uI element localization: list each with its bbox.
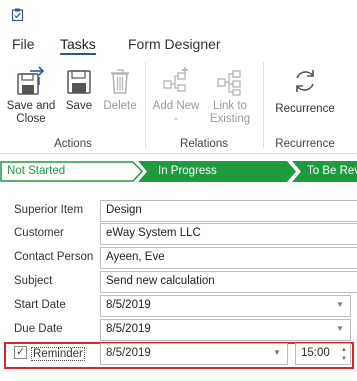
clipboard-icon: [11, 8, 24, 21]
contact-person-field[interactable]: Ayeen, Eve: [100, 247, 357, 269]
dropdown-arrow-icon[interactable]: ▼: [273, 348, 281, 357]
start-date-label: Start Date: [14, 299, 66, 311]
subject-row: Subject Send new calculation: [0, 271, 357, 293]
due-date-label: Due Date: [14, 323, 63, 335]
recurrence-label: Recurrence: [275, 103, 335, 115]
link-existing-icon: [217, 70, 241, 96]
link-to-existing-label-2: Existing: [209, 113, 251, 125]
recurrence-icon: [296, 70, 314, 92]
dropdown-arrow-icon[interactable]: ▼: [336, 300, 344, 309]
tab-tasks[interactable]: Tasks: [60, 36, 96, 55]
superior-item-field[interactable]: Design: [100, 200, 357, 222]
add-new-icon: [163, 67, 188, 92]
dropdown-arrow-icon[interactable]: ▼: [336, 324, 344, 333]
contact-person-label: Contact Person: [14, 251, 94, 263]
superior-item-label: Superior Item: [14, 204, 84, 216]
save-label: Save: [65, 100, 93, 112]
customer-field[interactable]: eWay System LLC: [100, 223, 357, 245]
spinner-up-icon[interactable]: ▲: [341, 347, 347, 353]
reminder-label[interactable]: Reminder: [31, 347, 85, 361]
group-separator: [263, 62, 264, 148]
start-date-row: Start Date 8/5/2019 ▼: [0, 295, 357, 317]
superior-item-row: Superior Item Design: [0, 200, 357, 222]
group-separator: [145, 62, 146, 148]
start-date-value: 8/5/2019: [106, 299, 151, 311]
due-date-row: Due Date 8/5/2019 ▼: [0, 319, 357, 341]
subject-field[interactable]: Send new calculation: [100, 271, 357, 293]
due-date-field[interactable]: 8/5/2019 ▼: [100, 319, 351, 341]
tab-form-designer[interactable]: Form Designer: [128, 36, 221, 52]
contact-person-row: Contact Person Ayeen, Eve: [0, 247, 357, 269]
stage-to-be-reviewed[interactable]: To Be Rev: [307, 165, 357, 177]
group-label-actions: Actions: [54, 138, 92, 150]
save-and-close-label-2: Close: [16, 113, 46, 125]
checkmark-icon: ✓: [16, 346, 26, 358]
add-new-label: Add New: [152, 100, 200, 112]
stage-in-progress[interactable]: In Progress: [158, 165, 217, 177]
reminder-time-value: 15:00: [301, 347, 330, 359]
save-and-close-button[interactable]: Save and Close: [4, 65, 58, 126]
add-new-button[interactable]: Add New ⌄: [150, 65, 202, 122]
recurrence-button[interactable]: Recurrence: [272, 65, 338, 116]
group-label-recurrence: Recurrence: [275, 138, 335, 150]
subject-label: Subject: [14, 275, 53, 287]
customer-row: Customer eWay System LLC: [0, 223, 357, 245]
tab-file[interactable]: File: [12, 36, 35, 52]
due-date-value: 8/5/2019: [106, 323, 151, 335]
reminder-date-value: 8/5/2019: [106, 347, 151, 359]
menu-tabs: File Tasks Form Designer: [0, 36, 357, 58]
save-and-close-label-1: Save and: [6, 100, 56, 112]
reminder-checkbox[interactable]: ✓: [14, 346, 27, 359]
ribbon: Save and Close Save Delete Add New ⌄ Lin…: [0, 58, 357, 154]
delete-icon: [111, 69, 129, 94]
link-to-existing-label-1: Link to: [213, 100, 247, 112]
save-close-icon: [17, 66, 45, 95]
delete-button[interactable]: Delete: [100, 65, 140, 113]
chevron-down-icon: ⌄: [172, 113, 180, 122]
stage-not-started[interactable]: Not Started: [7, 165, 65, 177]
spinner-down-icon[interactable]: ▼: [341, 356, 347, 362]
link-to-existing-button[interactable]: Link to Existing: [204, 65, 256, 126]
group-label-relations: Relations: [180, 138, 228, 150]
save-icon: [67, 70, 91, 94]
reminder-date-field[interactable]: 8/5/2019 ▼: [100, 343, 288, 365]
stage-bar: Not Started In Progress To Be Rev: [0, 161, 357, 182]
title-bar: [0, 0, 357, 30]
start-date-field[interactable]: 8/5/2019 ▼: [100, 295, 351, 317]
customer-label: Customer: [14, 227, 64, 239]
save-button[interactable]: Save: [62, 65, 96, 113]
reminder-time-field[interactable]: 15:00 ▲ ▼: [295, 343, 351, 365]
delete-label: Delete: [103, 100, 137, 112]
